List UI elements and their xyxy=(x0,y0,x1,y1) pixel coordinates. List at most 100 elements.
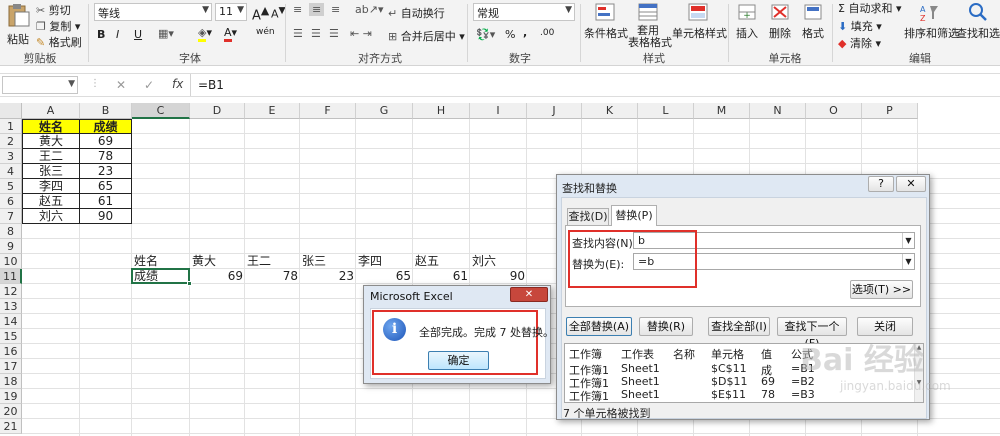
cell-e10[interactable]: 王二 xyxy=(245,254,300,269)
close-button[interactable]: ✕ xyxy=(896,176,926,192)
fill-color-icon[interactable]: ◈▾ xyxy=(198,26,212,42)
results-header-cell[interactable]: 单元格 xyxy=(711,346,744,362)
font-size-combo[interactable]: 11 ▼ xyxy=(215,3,247,21)
results-header-cell[interactable]: 公式 xyxy=(791,346,813,362)
close-dialog-button[interactable]: 关闭 xyxy=(857,317,913,336)
column-header-m[interactable]: M xyxy=(694,103,750,119)
results-cell[interactable]: Sheet1 xyxy=(621,375,660,388)
find-next-button[interactable]: 查找下一个(F) xyxy=(777,317,847,350)
column-header-d[interactable]: D xyxy=(190,103,245,119)
results-cell[interactable]: =B1 xyxy=(791,362,815,375)
align-top-icon[interactable]: ≡ xyxy=(293,3,302,16)
row-header-19[interactable]: 19 xyxy=(0,389,22,404)
column-header-i[interactable]: I xyxy=(470,103,527,119)
decimal-increase-button[interactable]: .00 xyxy=(540,28,554,38)
fill-handle[interactable] xyxy=(187,281,192,286)
alert-close-button[interactable]: ✕ xyxy=(510,287,548,302)
cell-b7[interactable]: 90 xyxy=(80,209,132,224)
currency-icon[interactable]: 💱▾ xyxy=(476,28,495,41)
delete-button[interactable]: 删除 xyxy=(765,2,795,41)
cell-b3[interactable]: 78 xyxy=(80,149,132,164)
cell-h11[interactable]: 61 xyxy=(413,269,470,284)
cell-styles-button[interactable]: 单元格样式 xyxy=(672,2,727,41)
align-right-icon[interactable]: ☰ xyxy=(329,27,339,40)
row-header-20[interactable]: 20 xyxy=(0,404,22,419)
border-icon[interactable]: ▦▾ xyxy=(158,27,174,40)
tab-replace[interactable]: 替换(P) xyxy=(611,205,657,226)
number-format-combo[interactable]: 常规 ▼ xyxy=(473,3,575,21)
column-header-o[interactable]: O xyxy=(806,103,862,119)
results-cell[interactable]: =B2 xyxy=(791,375,815,388)
cell-a7[interactable]: 刘六 xyxy=(22,209,80,224)
cut-button[interactable]: ✂ 剪切 xyxy=(36,2,71,18)
cell-g11[interactable]: 65 xyxy=(356,269,413,284)
align-middle-icon[interactable]: ≡ xyxy=(309,3,325,16)
cell-d10[interactable]: 黄大 xyxy=(190,254,245,269)
insert-button[interactable]: + 插入 xyxy=(732,2,762,41)
cell-e11[interactable]: 78 xyxy=(245,269,300,284)
cell-f11[interactable]: 23 xyxy=(300,269,356,284)
cancel-icon[interactable]: ✕ xyxy=(116,78,126,92)
cell-a3[interactable]: 王二 xyxy=(22,149,80,164)
cell-b2[interactable]: 69 xyxy=(80,134,132,149)
replace-button[interactable]: 替换(R) xyxy=(639,317,693,336)
row-header-9[interactable]: 9 xyxy=(0,239,22,254)
select-all-corner[interactable] xyxy=(0,103,22,119)
row-header-3[interactable]: 3 xyxy=(0,149,22,164)
cell-a5[interactable]: 李四 xyxy=(22,179,80,194)
indent-icons[interactable]: ⇤ ⇥ xyxy=(350,27,372,40)
row-header-16[interactable]: 16 xyxy=(0,344,22,359)
cell-i11[interactable]: 90 xyxy=(470,269,527,284)
cell-c10[interactable]: 姓名 xyxy=(132,254,190,269)
column-header-e[interactable]: E xyxy=(245,103,300,119)
results-cell[interactable]: Sheet1 xyxy=(621,388,660,401)
copy-button[interactable]: ❐ 复制 ▾ xyxy=(36,18,80,34)
results-cell[interactable]: $D$11 xyxy=(711,375,747,388)
column-header-h[interactable]: H xyxy=(413,103,470,119)
cell-b6[interactable]: 61 xyxy=(80,194,132,209)
comma-button[interactable]: , xyxy=(523,26,527,39)
row-header-14[interactable]: 14 xyxy=(0,314,22,329)
conditional-format-button[interactable]: 条件格式 xyxy=(584,2,628,41)
cell-a2[interactable]: 黄大 xyxy=(22,134,80,149)
row-header-2[interactable]: 2 xyxy=(0,134,22,149)
column-header-b[interactable]: B xyxy=(80,103,132,119)
autosum-button[interactable]: Σ 自动求和 ▾ xyxy=(838,0,901,16)
sort-filter-button[interactable]: AZ 排序和筛选 xyxy=(904,2,959,41)
alert-ok-button[interactable]: 确定 xyxy=(428,351,489,370)
results-cell[interactable]: 工作簿1 xyxy=(569,388,609,402)
cell-h10[interactable]: 赵五 xyxy=(413,254,470,269)
row-header-6[interactable]: 6 xyxy=(0,194,22,209)
cell-f10[interactable]: 张三 xyxy=(300,254,356,269)
column-header-l[interactable]: L xyxy=(638,103,694,119)
row-header-10[interactable]: 10 xyxy=(0,254,22,269)
fill-button[interactable]: ⬇ 填充 ▾ xyxy=(838,18,882,34)
column-header-n[interactable]: N xyxy=(750,103,806,119)
cell-d11[interactable]: 69 xyxy=(190,269,245,284)
row-header-18[interactable]: 18 xyxy=(0,374,22,389)
font-name-combo[interactable]: 等线 ▼ xyxy=(94,3,212,21)
underline-button[interactable]: U xyxy=(134,28,142,41)
help-button[interactable]: ? xyxy=(868,176,894,192)
merge-center-button[interactable]: ⊞ 合并后居中 ▾ xyxy=(388,28,465,44)
results-cell[interactable]: 78 xyxy=(761,388,775,401)
results-header-cell[interactable]: 值 xyxy=(761,346,772,362)
row-header-4[interactable]: 4 xyxy=(0,164,22,179)
find-all-button[interactable]: 查找全部(I) xyxy=(708,317,770,336)
cell-g10[interactable]: 李四 xyxy=(356,254,413,269)
results-cell[interactable]: Sheet1 xyxy=(621,362,660,375)
formula-input[interactable]: =B1 xyxy=(198,78,224,92)
align-left-icon[interactable]: ☰ xyxy=(293,27,303,40)
row-header-13[interactable]: 13 xyxy=(0,299,22,314)
row-header-12[interactable]: 12 xyxy=(0,284,22,299)
results-header-cell[interactable]: 工作簿 xyxy=(569,346,602,362)
column-header-a[interactable]: A xyxy=(22,103,80,119)
cell-a6[interactable]: 赵五 xyxy=(22,194,80,209)
column-header-k[interactable]: K xyxy=(582,103,638,119)
row-header-7[interactable]: 7 xyxy=(0,209,22,224)
column-header-f[interactable]: F xyxy=(300,103,356,119)
results-list[interactable]: 工作簿 工作表 名称 单元格值公式 工作簿1 Sheet1 $C$11 成 =B1 工作簿1 She… xyxy=(564,343,924,403)
cell-i10[interactable]: 刘六 xyxy=(470,254,527,269)
column-header-j[interactable]: J xyxy=(527,103,582,119)
phonetic-icon[interactable]: wén xyxy=(256,27,275,37)
